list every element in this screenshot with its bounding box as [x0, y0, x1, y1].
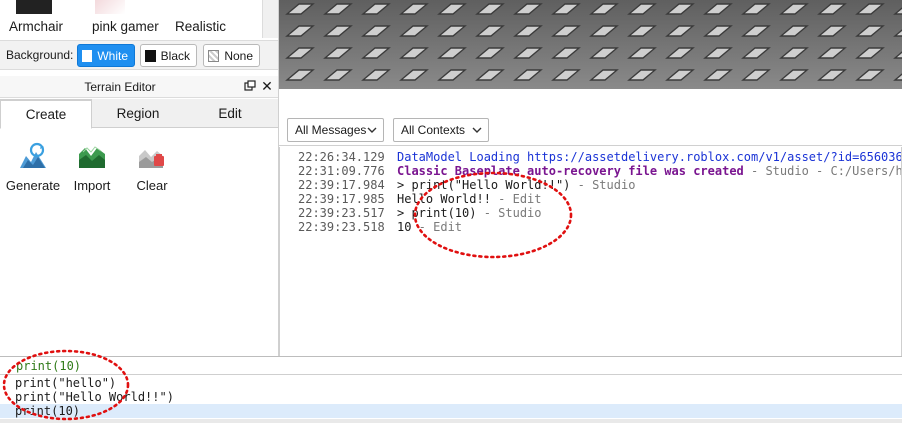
transparent-swatch-icon	[208, 49, 220, 62]
close-icon[interactable]: ✕	[260, 78, 274, 94]
chevron-down-icon	[367, 123, 377, 137]
history-item[interactable]: print(10)	[0, 404, 902, 418]
command-bar-input[interactable]	[16, 358, 876, 374]
import-label: Import	[73, 178, 111, 193]
log-message: DataModel Loading https://assetdelivery.…	[397, 150, 902, 164]
log-message-group: 10 - Edit	[397, 220, 462, 234]
log-source: - Edit	[490, 192, 542, 206]
log-timestamp: 22:39:23.517	[298, 206, 385, 220]
model-label-pink-gamer[interactable]: pink gamer	[92, 19, 159, 34]
context-filter-value: All Contexts	[401, 123, 466, 137]
log-message: Hello World!!	[397, 192, 491, 206]
log-message: > print(10)	[397, 206, 477, 220]
generate-tool-button[interactable]: Generate	[3, 142, 63, 202]
model-label-realistic[interactable]: Realistic	[175, 19, 226, 34]
log-timestamp: 22:31:09.776	[298, 164, 385, 178]
background-white-button[interactable]: White	[77, 44, 135, 67]
white-swatch-icon	[82, 49, 93, 62]
log-message-group: > print("Hello World!!") - Studio	[397, 178, 635, 192]
log-message: > print("Hello World!!")	[397, 178, 571, 192]
left-panel: Armchair pink gamer Realistic Background…	[0, 0, 279, 356]
model-strip-scrollbar[interactable]	[262, 0, 278, 38]
command-bar	[0, 357, 902, 375]
terrain-tabs: Create Region Edit	[0, 99, 278, 129]
log-message: Classic Baseplate auto-recovery file was…	[397, 164, 744, 178]
context-filter-dropdown[interactable]: All Contexts	[393, 118, 489, 142]
baseplate-render	[279, 0, 902, 89]
generate-icon	[20, 142, 46, 168]
generate-label: Generate	[5, 178, 61, 193]
log-source: - Studio	[570, 178, 636, 192]
background-none-label: None	[224, 48, 253, 63]
tab-region[interactable]: Region	[92, 99, 184, 128]
output-log[interactable]: 22:26:34.129 DataModel Loading https://a…	[279, 147, 902, 356]
3d-viewport[interactable]	[279, 0, 902, 89]
log-message: 10	[397, 220, 412, 234]
model-strip: Armchair pink gamer Realistic	[0, 0, 262, 38]
black-swatch-icon	[145, 49, 156, 62]
clear-tool-button[interactable]: Clear	[122, 142, 182, 202]
undock-icon[interactable]	[244, 80, 256, 92]
log-timestamp: 22:26:34.129	[298, 150, 385, 164]
import-icon	[79, 146, 105, 168]
command-history-dropdown: print("hello") print("Hello World!!") pr…	[0, 376, 902, 423]
background-white-label: White	[97, 48, 128, 63]
log-source: - Studio - C:/Users/hen	[743, 164, 902, 178]
background-none-button[interactable]: None	[203, 44, 260, 67]
armchair-thumbnail[interactable]	[16, 0, 52, 14]
log-source: - Studio	[476, 206, 542, 220]
terrain-editor-title: Terrain Editor	[84, 80, 156, 94]
background-bar: Background: White Black None	[0, 40, 278, 70]
tab-edit[interactable]: Edit	[184, 99, 276, 128]
background-label: Background:	[6, 48, 74, 62]
log-timestamp: 22:39:17.984	[298, 178, 385, 192]
log-source: - Edit	[411, 220, 463, 234]
message-filter-value: All Messages	[295, 123, 367, 137]
pink-gamer-thumbnail[interactable]	[95, 0, 125, 14]
message-filter-dropdown[interactable]: All Messages	[287, 118, 384, 142]
history-item[interactable]: print("hello")	[0, 376, 902, 390]
model-label-armchair[interactable]: Armchair	[9, 19, 63, 34]
clear-label: Clear	[136, 178, 168, 193]
log-timestamp: 22:39:17.985	[298, 192, 385, 206]
log-timestamp: 22:39:23.518	[298, 220, 385, 234]
window-bottom-edge	[0, 419, 902, 423]
log-message-group: Hello World!! - Edit	[397, 192, 542, 206]
log-message-group: > print(10) - Studio	[397, 206, 542, 220]
clear-icon	[139, 150, 164, 168]
tab-create[interactable]: Create	[0, 99, 92, 129]
history-item[interactable]: print("Hello World!!")	[0, 390, 902, 404]
background-black-label: Black	[160, 48, 190, 63]
terrain-editor-header: Terrain Editor ✕	[0, 76, 278, 98]
chevron-down-icon	[472, 123, 482, 137]
import-tool-button[interactable]: Import	[62, 142, 122, 202]
log-message-group: Classic Baseplate auto-recovery file was…	[397, 164, 902, 178]
background-black-button[interactable]: Black	[140, 44, 197, 67]
output-filter-bar: All Messages All Contexts	[279, 112, 902, 146]
